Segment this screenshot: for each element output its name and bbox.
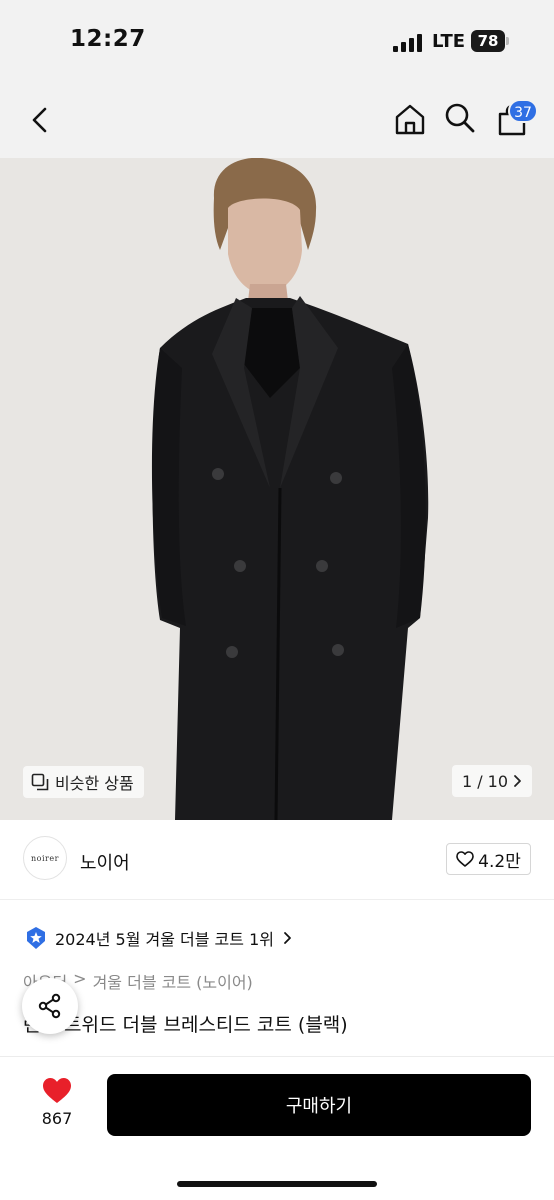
share-button[interactable] (22, 978, 78, 1034)
battery-icon: 78 (471, 30, 511, 52)
similar-products-button[interactable]: 비슷한 상품 (23, 766, 144, 798)
top-nav-bar (0, 80, 554, 158)
brand-like-button[interactable]: 4.2만 (446, 843, 531, 875)
page-indicator-label: 1 / 10 (461, 771, 509, 791)
similar-items-icon (31, 773, 49, 791)
chevron-right-icon (514, 775, 521, 787)
brand-row: noirer 노이어 4.2만 (0, 820, 554, 900)
back-arrow-icon[interactable] (28, 106, 52, 134)
heart-outline-icon (456, 851, 474, 867)
brand-like-count: 4.2만 (478, 851, 521, 872)
like-count: 867 (41, 1109, 73, 1128)
brand-name[interactable]: 노이어 (80, 849, 130, 875)
network-type: LTE (432, 31, 466, 52)
bottom-action-bar: 867 구매하기 (0, 1056, 554, 1200)
image-page-indicator[interactable]: 1 / 10 (452, 765, 532, 797)
battery-tip (506, 37, 509, 45)
brand-logo-text: noirer (31, 853, 59, 863)
ranking-text: 2024년 5월 겨울 더블 코트 1위 (55, 930, 274, 949)
similar-products-label: 비슷한 상품 (55, 774, 134, 793)
home-indicator (177, 1181, 377, 1187)
cart-count-badge: 37 (508, 99, 538, 123)
share-icon (38, 993, 61, 1019)
buy-button[interactable]: 구매하기 (107, 1074, 531, 1136)
product-photo (0, 158, 554, 820)
breadcrumb-current[interactable]: 겨울 더블 코트 (노이어) (93, 969, 253, 993)
heart-filled-icon[interactable] (42, 1077, 72, 1104)
status-time: 12:27 (70, 26, 146, 52)
ranking-badge-icon (27, 927, 45, 949)
status-bar: 12:27 LTE 78 (0, 0, 554, 80)
product-image-gallery[interactable] (0, 158, 554, 820)
battery-level: 78 (471, 30, 505, 52)
chevron-right-icon (284, 932, 291, 944)
search-icon[interactable] (444, 102, 476, 134)
cellular-signal-icon (393, 34, 422, 52)
breadcrumb-separator-icon: > (73, 969, 87, 988)
brand-logo[interactable]: noirer (23, 836, 67, 880)
home-icon[interactable] (393, 102, 427, 136)
ranking-link[interactable]: 2024년 5월 겨울 더블 코트 1위 (25, 925, 292, 951)
